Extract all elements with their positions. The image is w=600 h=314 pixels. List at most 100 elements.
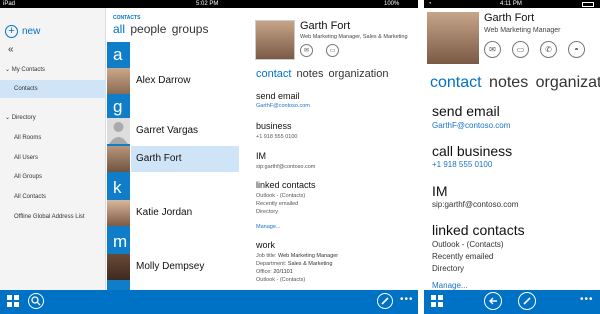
list-item[interactable]: Alex Darrow [131, 68, 239, 94]
views-icon[interactable] [6, 294, 20, 308]
tab-notes[interactable]: notes [489, 74, 528, 91]
wifi-icon: ◔ [428, 1, 432, 7]
linked-item: Outlook - (Contacts) [432, 240, 504, 249]
business-label[interactable]: business [256, 121, 292, 131]
list-tabs: all people groups [113, 22, 208, 36]
manage-link[interactable]: Manage... [432, 281, 468, 290]
im-label[interactable]: IM [256, 151, 266, 161]
work-source: Outlook - (Contacts) [256, 277, 306, 283]
avatar [107, 146, 130, 172]
search-icon[interactable] [28, 293, 44, 309]
edit-icon[interactable] [377, 293, 393, 309]
new-contact-button[interactable]: + new [5, 23, 65, 39]
office-row: Office: 20/1101 [256, 269, 293, 275]
detail-tabs: contact notes organization [256, 68, 388, 80]
person-icon [109, 122, 128, 144]
email-value[interactable]: GarthF@contoso.com [432, 121, 510, 130]
avatar [107, 200, 130, 226]
tab-groups[interactable]: groups [172, 22, 209, 36]
linked-item: Directory [256, 209, 279, 215]
contact-title: Web Marketing Manager [484, 27, 561, 34]
status-bar: iPad 5:02 PM 100% [0, 0, 418, 8]
nav-offline-gal[interactable]: Offline Global Address List [0, 214, 106, 220]
new-label: new [22, 25, 41, 37]
im-value[interactable]: sip:garthf@contoso.com [256, 164, 315, 170]
field-key: Job title: [256, 253, 277, 259]
manage-link[interactable]: Manage... [256, 224, 280, 230]
battery-icon [582, 2, 594, 7]
device-label: iPad [3, 1, 16, 7]
email-value[interactable]: GarthF@contoso.com [256, 103, 310, 109]
email-action-icon[interactable]: ✉ [484, 41, 501, 58]
avatar [107, 254, 130, 280]
jump-letter-g[interactable]: g [107, 96, 130, 118]
detail-tabs: contact notes organizatio [430, 74, 600, 92]
im-action-icon[interactable]: ◓ [568, 41, 585, 58]
job-title-row: Job title: Web Marketing Manager [256, 253, 338, 259]
more-icon[interactable]: ••• [400, 295, 414, 305]
nav-directory[interactable]: ⌄ Directory [0, 114, 106, 121]
contact-photo [427, 12, 479, 64]
clock: 4:11 PM [500, 1, 522, 7]
nav-label: Directory [11, 115, 36, 121]
chevron-down-icon: ⌄ [5, 115, 12, 121]
linked-contacts-label: linked contacts [432, 222, 525, 238]
battery-level: 100% [384, 1, 400, 7]
send-email-label[interactable]: send email [432, 103, 500, 119]
tab-contact[interactable]: contact [430, 74, 482, 91]
app-bar [0, 290, 418, 314]
chat-action-icon[interactable]: ▭ [512, 41, 529, 58]
jump-letter-a[interactable]: a [107, 44, 130, 66]
email-action-icon[interactable]: ✉ [300, 44, 313, 57]
linked-item: Outlook - (Contacts) [256, 193, 306, 199]
avatar-placeholder [107, 118, 130, 144]
nav-all-users[interactable]: All Users [0, 155, 106, 161]
im-value[interactable]: sip:garthf@contoso.com [432, 200, 518, 209]
field-value: Web Marketing Manager [278, 253, 339, 259]
plus-icon: + [5, 24, 18, 38]
call-business-label[interactable]: call business [432, 143, 512, 159]
linked-contacts-label: linked contacts [256, 180, 316, 190]
list-item-selected[interactable]: Garth Fort [131, 146, 239, 172]
field-value: 20/1101 [273, 269, 293, 275]
tab-contact[interactable]: contact [256, 68, 291, 80]
nav-all-rooms[interactable]: All Rooms [0, 135, 106, 141]
nav-all-contacts[interactable]: All Contacts [0, 194, 106, 200]
contact-name: Garth Fort [484, 12, 535, 24]
phone-action-icon[interactable]: ✆ [540, 41, 557, 58]
chat-action-icon[interactable]: ▭ [326, 44, 339, 57]
im-label[interactable]: IM [432, 183, 448, 199]
tab-notes[interactable]: notes [297, 68, 324, 80]
chevron-down-icon: ⌄ [5, 67, 12, 73]
clock: 5:02 PM [196, 1, 219, 7]
views-icon[interactable] [430, 294, 444, 308]
linked-item: Directory [432, 264, 465, 273]
nav-pane [0, 8, 106, 290]
tab-organization[interactable]: organizatio [536, 74, 600, 91]
list-header: CONTACTS [113, 15, 141, 21]
phone-value[interactable]: +1 918 555 0100 [432, 160, 492, 169]
edit-icon[interactable] [518, 292, 536, 310]
tab-all[interactable]: all [113, 22, 125, 36]
list-item[interactable]: Garret Vargas [131, 118, 239, 144]
back-icon[interactable] [484, 292, 502, 310]
field-value: Sales & Marketing [287, 261, 333, 267]
nav-contacts[interactable]: Contacts [0, 80, 106, 98]
nav-my-contacts[interactable]: ⌄ My Contacts [0, 66, 106, 73]
nav-label: My Contacts [11, 67, 46, 73]
send-email-label[interactable]: send email [256, 91, 300, 101]
field-key: Department: [256, 261, 287, 267]
tab-people[interactable]: people [130, 22, 166, 36]
list-item[interactable]: Katie Jordan [131, 200, 239, 226]
tab-organization[interactable]: organization [329, 68, 389, 80]
divider [418, 0, 424, 314]
linked-item: Recently emailed [256, 201, 299, 207]
jump-letter-k[interactable]: k [107, 177, 130, 199]
list-item[interactable]: Molly Dempsey [131, 254, 239, 280]
jump-letter-m[interactable]: m [107, 231, 130, 253]
nav-all-groups[interactable]: All Groups [0, 174, 106, 180]
collapse-icon[interactable]: « [8, 44, 14, 55]
contact-name: Garth Fort [300, 20, 351, 32]
more-icon[interactable]: ••• [580, 295, 594, 305]
phone-value[interactable]: +1 918 555 0100 [256, 134, 297, 140]
